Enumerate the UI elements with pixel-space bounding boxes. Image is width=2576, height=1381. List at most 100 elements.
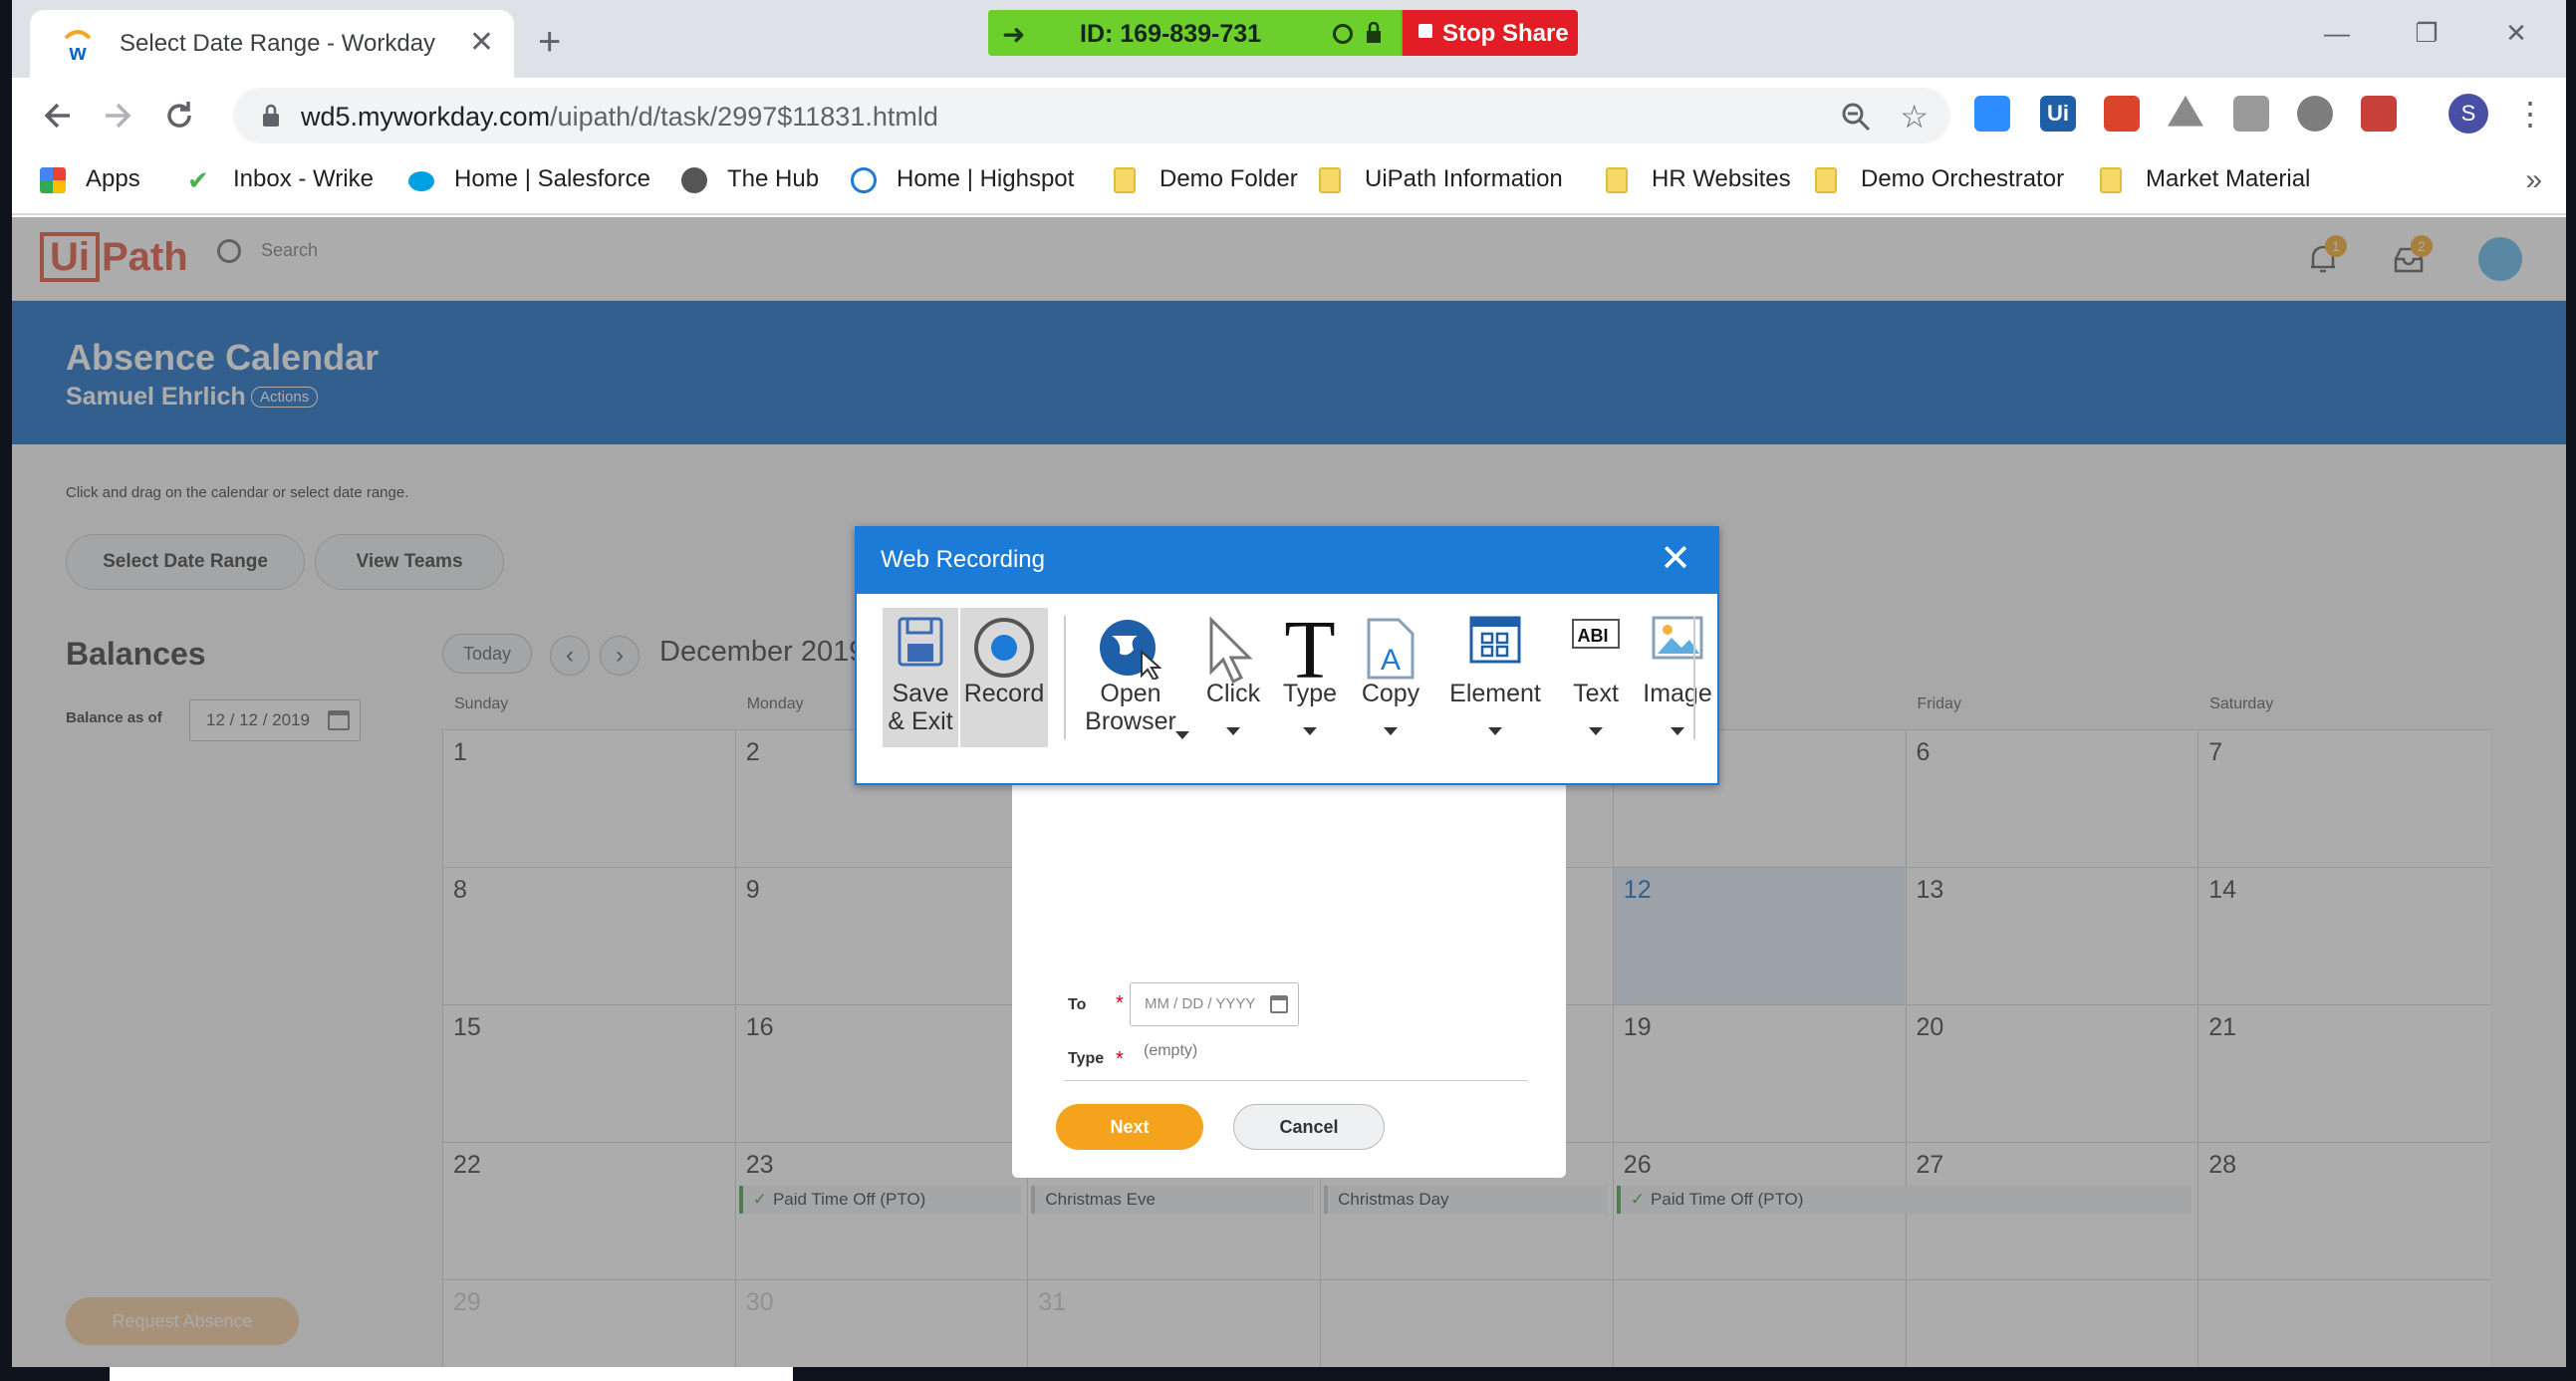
copy-document-icon: A	[1365, 616, 1417, 688]
type-value[interactable]: (empty)	[1144, 1042, 1197, 1060]
workday-page: UiPath Search 1 2 Absence Calendar Samue…	[12, 217, 2566, 1367]
web-recording-header: Web Recording ✕	[857, 528, 1717, 594]
recording-button-label: Element	[1449, 680, 1541, 707]
reload-icon[interactable]	[159, 96, 199, 136]
restore-icon[interactable]: ❐	[2407, 18, 2447, 58]
back-icon[interactable]	[38, 96, 78, 136]
to-required-mark: *	[1116, 992, 1124, 1014]
type-underline	[1064, 1080, 1528, 1081]
cancel-button[interactable]: Cancel	[1233, 1104, 1385, 1150]
to-date-placeholder: MM / DD / YYYY	[1145, 995, 1256, 1012]
to-date-input[interactable]: MM / DD / YYYY	[1130, 982, 1299, 1026]
profile-avatar[interactable]: S	[2448, 94, 2488, 134]
bookmark-label: Market Material	[2146, 165, 2311, 192]
dropdown-caret-icon[interactable]	[1175, 731, 1189, 739]
element-window-icon	[1469, 616, 1521, 670]
web-recording-title: Web Recording	[881, 546, 1045, 573]
type-required-mark: *	[1116, 1048, 1124, 1070]
bookmark-label: Demo Folder	[1159, 165, 1298, 192]
browser-tab[interactable]: w Select Date Range - Workday ✕	[30, 10, 514, 78]
url-host: wd5.myworkday.com	[301, 102, 551, 132]
recording-button-label: Copy	[1361, 680, 1420, 707]
type-t-icon: T	[1279, 604, 1341, 696]
recording-button-label: Image	[1643, 680, 1712, 707]
globe-icon	[681, 167, 707, 193]
lock-icon	[263, 104, 279, 127]
close-window-icon[interactable]: ✕	[2496, 18, 2536, 58]
salesforce-cloud-icon	[408, 171, 434, 191]
stop-icon	[1418, 24, 1432, 38]
tab-title: Select Date Range - Workday	[120, 30, 436, 57]
recording-button-label: Save & Exit	[888, 680, 953, 735]
element-button[interactable]: Element	[1434, 608, 1556, 747]
tab-close-icon[interactable]: ✕	[469, 28, 494, 58]
browser-menu-icon[interactable]: ⋮	[2514, 94, 2546, 134]
pdf-extension-icon[interactable]	[2361, 96, 2397, 132]
bookmarks-overflow-icon[interactable]: »	[2525, 163, 2542, 197]
click-button[interactable]: Click	[1193, 608, 1273, 747]
stop-share-label: Stop Share	[1442, 20, 1569, 47]
close-recording-icon[interactable]: ✕	[1660, 540, 1691, 578]
screen-share-bar: ➜ ID: 169-839-731 Stop Share	[988, 10, 1578, 56]
to-label: To	[1068, 996, 1087, 1013]
dropdown-caret-icon[interactable]	[1226, 727, 1240, 735]
bookmark-label: Apps	[86, 165, 140, 192]
bookmark-label: Inbox - Wrike	[233, 165, 374, 192]
globe-cursor-icon	[1098, 616, 1163, 686]
bookmark-label: Demo Orchestrator	[1861, 165, 2065, 192]
svg-text:w: w	[68, 40, 87, 64]
copy-button[interactable]: A Copy	[1349, 608, 1432, 747]
recording-button-label: Open Browser	[1085, 680, 1176, 735]
recording-separator	[1064, 616, 1066, 739]
minimize-icon[interactable]: —	[2317, 18, 2357, 58]
web-recording-window: Web Recording ✕ Save & Exit Record Open Br…	[855, 526, 1719, 785]
bookmark-label: UiPath Information	[1365, 165, 1563, 192]
svg-text:T: T	[1284, 616, 1335, 682]
bookmark-label: The Hub	[727, 165, 820, 192]
text-abc-icon: ABI	[1571, 616, 1621, 658]
dropdown-caret-icon[interactable]	[1488, 727, 1502, 735]
next-button[interactable]: Next	[1056, 1104, 1203, 1150]
stop-share-button[interactable]: Stop Share	[1403, 10, 1578, 56]
share-arrow-icon[interactable]: ➜	[1002, 18, 1025, 51]
url-path: /uipath/d/task/2997$11831.htmld	[550, 102, 938, 132]
zoom-out-icon[interactable]	[1841, 102, 1871, 132]
circle-extension-icon[interactable]	[2297, 96, 2333, 132]
share-id: ID: 169-839-731	[1080, 20, 1262, 48]
date-range-dialog: To * MM / DD / YYYY Type * (empty) Next …	[1012, 755, 1566, 1178]
dropdown-caret-icon[interactable]	[1384, 727, 1398, 735]
bookmark-star-icon[interactable]: ☆	[1900, 98, 1929, 136]
share-status-icon	[1333, 24, 1353, 44]
zoom-extension-icon[interactable]	[1974, 96, 2010, 132]
image-icon	[1652, 616, 1703, 666]
recording-button-label: Text	[1573, 680, 1619, 707]
save-exit-button[interactable]: Save & Exit	[883, 608, 958, 747]
folder-icon	[1606, 167, 1628, 193]
record-button[interactable]: Record	[960, 608, 1048, 747]
red-extension-icon[interactable]	[2104, 96, 2140, 132]
dropdown-caret-icon[interactable]	[1671, 727, 1684, 735]
svg-text:ABI: ABI	[1578, 626, 1609, 646]
recording-button-label: Click	[1205, 680, 1261, 707]
bookmark-label: HR Websites	[1652, 165, 1791, 192]
highspot-icon	[851, 167, 877, 193]
text-button[interactable]: ABI Text	[1564, 608, 1628, 747]
uipath-extension-icon[interactable]: Ui	[2040, 96, 2076, 132]
open-browser-button[interactable]: Open Browser	[1076, 608, 1189, 747]
dropdown-caret-icon[interactable]	[1589, 727, 1603, 735]
bookmark-extension-icon[interactable]	[2233, 96, 2269, 132]
record-icon	[972, 616, 1036, 686]
to-calendar-icon[interactable]	[1270, 995, 1288, 1013]
floppy-disk-icon	[897, 616, 944, 674]
dropdown-caret-icon[interactable]	[1303, 727, 1317, 735]
bookmark-label: Home | Highspot	[897, 165, 1075, 192]
tab-strip: w Select Date Range - Workday ✕ + ➜ ID: …	[12, 0, 2566, 78]
folder-icon	[2100, 167, 2122, 193]
address-bar[interactable]: wd5.myworkday.com/uipath/d/task/2997$118…	[233, 88, 1950, 143]
image-button[interactable]: Image	[1638, 608, 1717, 747]
taskbar-strip	[110, 1367, 793, 1381]
folder-icon	[1114, 167, 1136, 193]
forward-icon[interactable]	[98, 96, 137, 136]
new-tab-button[interactable]: +	[538, 22, 561, 62]
type-button[interactable]: T Type	[1275, 604, 1345, 747]
